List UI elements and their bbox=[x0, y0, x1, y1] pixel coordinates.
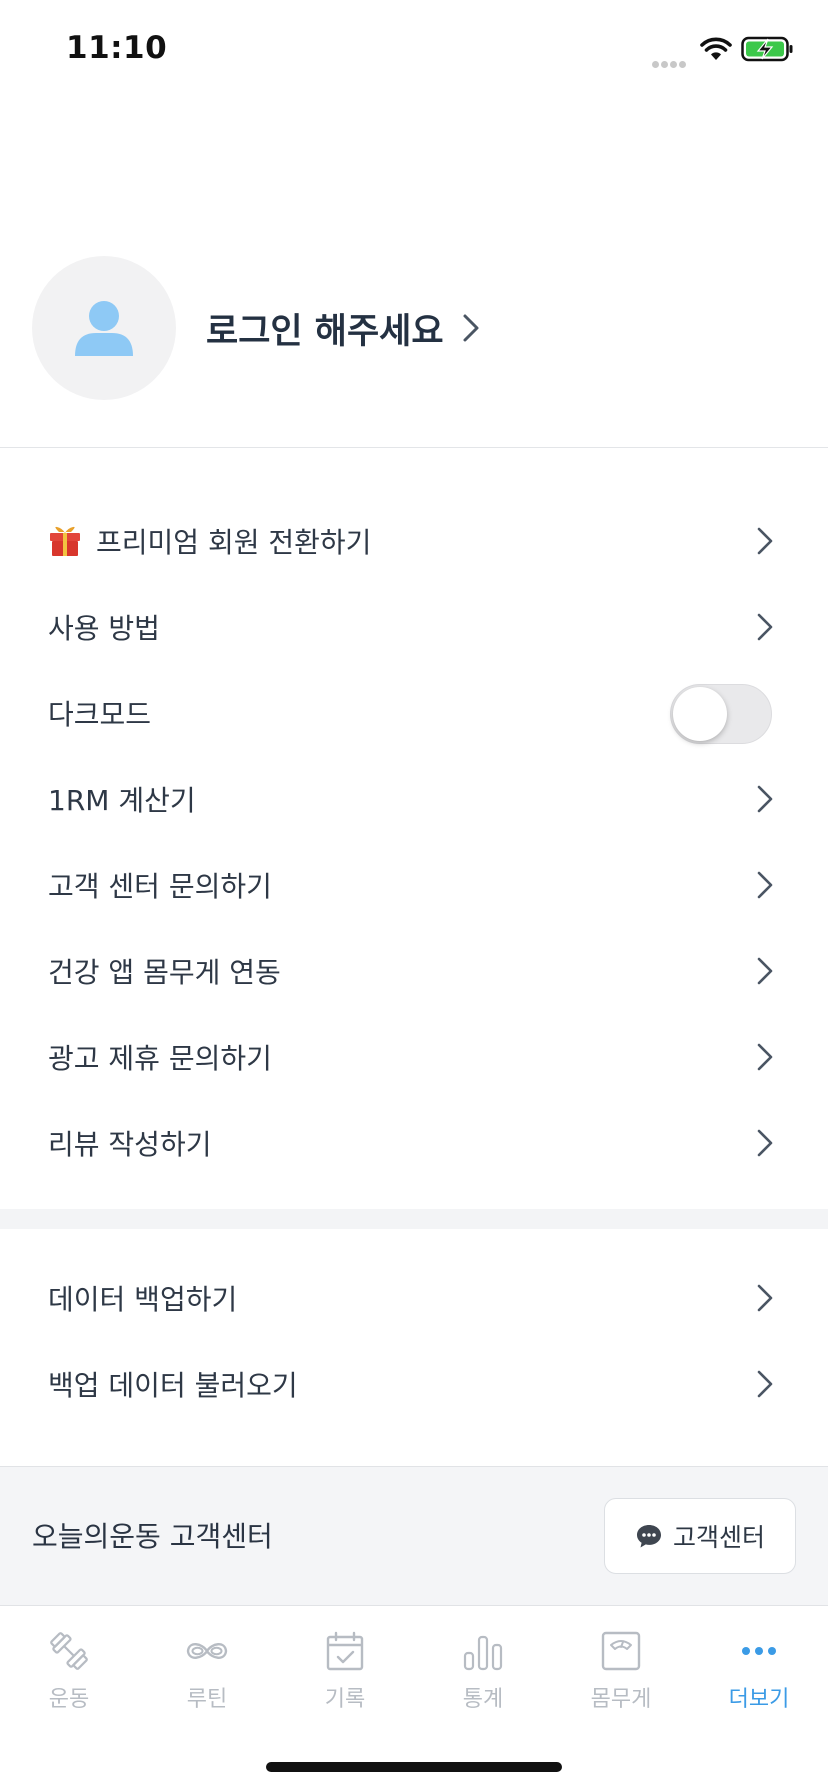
menu-label: 사용 방법 bbox=[48, 612, 160, 645]
chevron-right-icon bbox=[757, 871, 773, 899]
person-icon bbox=[75, 301, 133, 356]
gift-icon bbox=[50, 526, 80, 556]
tab-label: 몸무게 bbox=[590, 1687, 652, 1712]
login-link[interactable]: 로그인 해주세요 bbox=[206, 300, 480, 356]
menu-item-customer-inquiry[interactable]: 고객 센터 문의하기 bbox=[0, 842, 828, 928]
toggle-knob bbox=[673, 687, 727, 741]
chevron-right-icon bbox=[757, 1043, 773, 1071]
customer-center-button-label: 고객센터 bbox=[672, 1523, 765, 1552]
scale-icon bbox=[601, 1631, 641, 1671]
calendar-check-icon bbox=[326, 1631, 364, 1671]
tab-routine[interactable]: 루틴 bbox=[138, 1629, 276, 1729]
tab-more[interactable]: 더보기 bbox=[690, 1629, 828, 1729]
profile-divider bbox=[0, 447, 828, 448]
menu-item-premium[interactable]: 프리미엄 회원 전환하기 bbox=[0, 498, 828, 584]
chevron-right-icon bbox=[757, 1370, 773, 1398]
menu-label: 데이터 백업하기 bbox=[48, 1283, 238, 1316]
profile-header: 로그인 해주세요 bbox=[0, 256, 828, 400]
section-separator bbox=[0, 1209, 828, 1229]
avatar[interactable] bbox=[32, 256, 176, 400]
customer-center-footer: 오늘의운동 고객센터 고객센터 bbox=[0, 1466, 828, 1606]
chevron-right-icon bbox=[757, 1129, 773, 1157]
menu-item-1rm-calculator[interactable]: 1RM 계산기 bbox=[0, 756, 828, 842]
backup-menu: 데이터 백업하기 백업 데이터 불러오기 bbox=[0, 1255, 828, 1427]
menu-item-health-app-sync[interactable]: 건강 앱 몸무게 연동 bbox=[0, 928, 828, 1014]
tab-weight[interactable]: 몸무게 bbox=[552, 1629, 690, 1729]
tab-workout[interactable]: 운동 bbox=[0, 1629, 138, 1729]
tab-label: 기록 bbox=[324, 1687, 366, 1712]
login-text: 로그인 해주세요 bbox=[206, 311, 444, 352]
dark-mode-toggle[interactable] bbox=[670, 684, 772, 744]
infinity-icon bbox=[186, 1643, 228, 1659]
tab-log[interactable]: 기록 bbox=[276, 1629, 414, 1729]
status-bar: 11:10 bbox=[0, 0, 828, 100]
menu-item-write-review[interactable]: 리뷰 작성하기 bbox=[0, 1100, 828, 1186]
menu-label: 백업 데이터 불러오기 bbox=[48, 1369, 298, 1402]
cellular-signal-icon bbox=[652, 53, 692, 68]
menu-label: 리뷰 작성하기 bbox=[48, 1128, 212, 1161]
bar-chart-icon bbox=[463, 1635, 503, 1671]
tab-label: 운동 bbox=[48, 1687, 90, 1712]
home-indicator bbox=[266, 1762, 562, 1772]
chat-bubble-icon bbox=[636, 1525, 661, 1548]
tab-label: 더보기 bbox=[728, 1687, 790, 1712]
menu-item-restore-backup[interactable]: 백업 데이터 불러오기 bbox=[0, 1341, 828, 1427]
footer-title: 오늘의운동 고객센터 bbox=[32, 1520, 273, 1553]
menu-label: 다크모드 bbox=[48, 698, 152, 731]
menu-label: 건강 앱 몸무게 연동 bbox=[48, 956, 281, 989]
menu-item-backup-data[interactable]: 데이터 백업하기 bbox=[0, 1255, 828, 1341]
chevron-right-icon bbox=[757, 785, 773, 813]
more-dots-icon bbox=[742, 1647, 776, 1655]
settings-menu: 프리미엄 회원 전환하기 사용 방법 다크모드 1RM 계산기 고객 센터 문의… bbox=[0, 498, 828, 1186]
battery-charging-icon bbox=[741, 36, 793, 62]
tab-label: 통계 bbox=[462, 1687, 504, 1712]
menu-label: 고객 센터 문의하기 bbox=[48, 870, 272, 903]
customer-center-button[interactable]: 고객센터 bbox=[604, 1498, 796, 1574]
chevron-right-icon bbox=[757, 1284, 773, 1312]
chevron-right-icon bbox=[757, 527, 773, 555]
tab-stats[interactable]: 통계 bbox=[414, 1629, 552, 1729]
chevron-right-icon bbox=[757, 957, 773, 985]
menu-label: 프리미엄 회원 전환하기 bbox=[96, 526, 372, 559]
chevron-right-icon bbox=[757, 613, 773, 641]
menu-item-ad-partnership[interactable]: 광고 제휴 문의하기 bbox=[0, 1014, 828, 1100]
wifi-icon bbox=[700, 37, 732, 60]
status-time: 11:10 bbox=[66, 30, 168, 66]
menu-item-how-to-use[interactable]: 사용 방법 bbox=[0, 584, 828, 670]
tab-label: 루틴 bbox=[186, 1687, 228, 1712]
menu-label: 1RM 계산기 bbox=[48, 784, 196, 817]
dumbbell-icon bbox=[50, 1632, 88, 1670]
chevron-right-icon bbox=[463, 314, 479, 342]
menu-label: 광고 제휴 문의하기 bbox=[48, 1042, 272, 1075]
menu-item-dark-mode: 다크모드 bbox=[0, 670, 828, 756]
